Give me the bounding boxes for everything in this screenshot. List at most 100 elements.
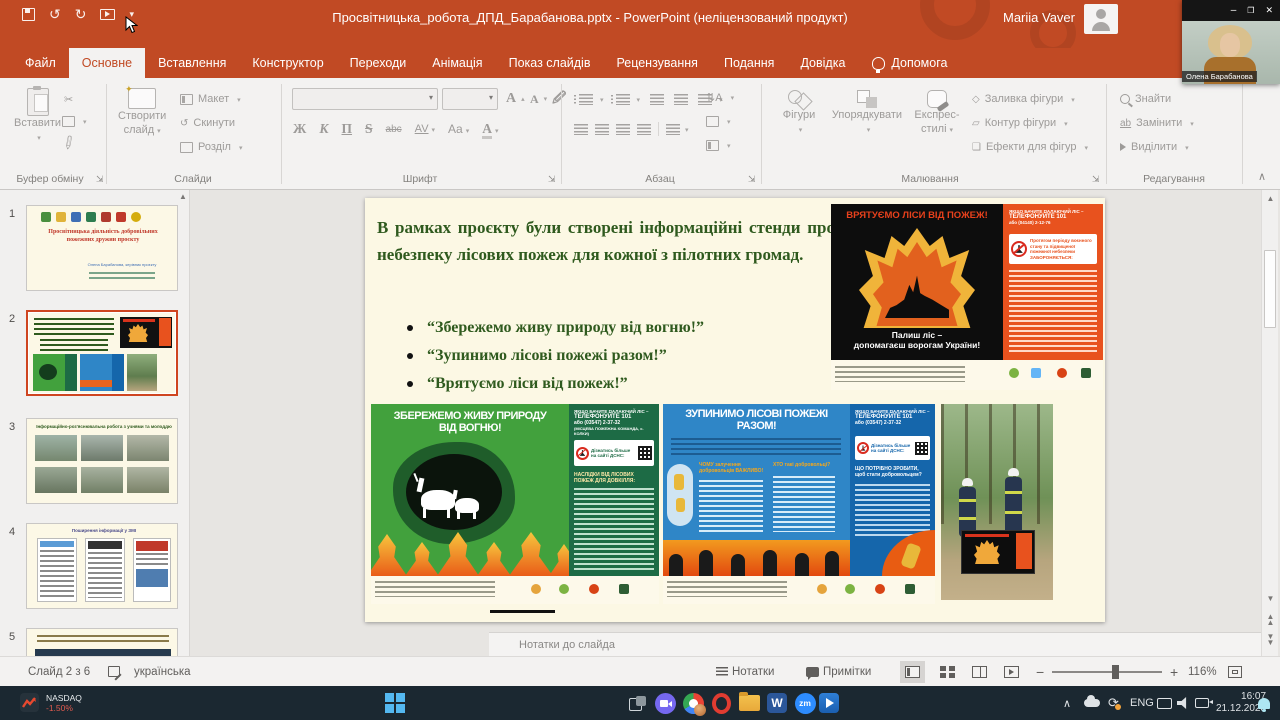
- chrome-app-icon[interactable]: [681, 691, 705, 715]
- font-name-select[interactable]: [292, 88, 438, 110]
- dialog-launcher-icon[interactable]: ⇲: [748, 174, 756, 185]
- thumbnail-slide-3[interactable]: Інформаційно-роз'яснювальна робота з учн…: [26, 418, 178, 504]
- scrollbar-thumb[interactable]: [1264, 250, 1276, 328]
- notes-toggle[interactable]: Нотатки: [716, 657, 774, 687]
- account-avatar[interactable]: [1084, 4, 1118, 34]
- restore-icon[interactable]: ❐: [1247, 6, 1254, 15]
- tab-transitions[interactable]: Переходи: [337, 48, 420, 78]
- slide-indicator[interactable]: Слайд 2 з 6: [28, 657, 90, 687]
- replace-button[interactable]: abЗамінити: [1120, 114, 1194, 132]
- opera-app-icon[interactable]: [709, 691, 733, 715]
- increase-indent-icon[interactable]: [674, 94, 688, 105]
- zoom-app-icon[interactable]: zm: [793, 691, 817, 715]
- cut-button[interactable]: ✂: [64, 90, 73, 108]
- poster-fire[interactable]: ВРЯТУЄМО ЛІСИ ВІД ПОЖЕЖ! Палиш ліс – доп…: [831, 204, 1103, 390]
- vertical-scrollbar[interactable]: ▲ ▼ ▲▲ ▼▼: [1261, 190, 1278, 656]
- arrange-button[interactable]: Упорядкувати: [828, 90, 906, 138]
- bold-button[interactable]: Ж: [293, 121, 306, 137]
- camera-tray-icon[interactable]: [1195, 686, 1209, 720]
- firefighters-photo[interactable]: [941, 404, 1053, 600]
- align-left-icon[interactable]: [574, 124, 588, 135]
- strikethrough-button[interactable]: S: [365, 121, 373, 137]
- notes-pane[interactable]: Нотатки до слайда: [489, 632, 1261, 656]
- numbering-icon[interactable]: [616, 94, 630, 105]
- reading-view-button[interactable]: [972, 657, 987, 687]
- layout-button[interactable]: Макет: [180, 90, 241, 108]
- format-painter-button[interactable]: 🖉: [64, 134, 76, 152]
- align-center-icon[interactable]: [595, 124, 609, 135]
- zoom-level[interactable]: 116%: [1188, 657, 1217, 687]
- slide-bullet-list[interactable]: “Збережемо живу природу від вогню!” “Зуп…: [407, 314, 704, 398]
- onedrive-tray-icon[interactable]: [1084, 686, 1100, 720]
- current-slide[interactable]: В рамках проєкту були створені інформаці…: [365, 198, 1105, 622]
- tab-help[interactable]: Допомога: [889, 48, 960, 78]
- dialog-launcher-icon[interactable]: ⇲: [548, 174, 556, 185]
- underline-button[interactable]: П: [342, 121, 353, 137]
- thumbnail-slide-5[interactable]: [26, 628, 178, 656]
- shapes-button[interactable]: Фігури: [773, 90, 825, 138]
- font-size-select[interactable]: [442, 88, 498, 110]
- quick-styles-button[interactable]: Експрес- стилі: [908, 90, 966, 138]
- sync-tray-icon[interactable]: ⟳: [1108, 686, 1119, 720]
- grow-font-button[interactable]: A▴: [506, 90, 525, 108]
- shape-effects-button[interactable]: ❑Ефекти для фігур: [972, 138, 1088, 156]
- select-button[interactable]: Виділити: [1120, 138, 1189, 156]
- proofing-status[interactable]: [108, 657, 120, 687]
- tab-design[interactable]: Конструктор: [239, 48, 336, 78]
- find-button[interactable]: Знайти: [1120, 90, 1171, 108]
- file-explorer-icon[interactable]: [737, 691, 761, 715]
- new-slide-button[interactable]: Створити слайд: [118, 88, 166, 139]
- align-text-button[interactable]: [706, 112, 731, 130]
- tab-file[interactable]: Файл: [12, 48, 69, 78]
- shrink-font-button[interactable]: A▾: [530, 90, 547, 108]
- paste-button[interactable]: Вставити: [14, 88, 61, 146]
- thumb-scroll-up-icon[interactable]: ▲: [179, 192, 187, 201]
- tray-expand-button[interactable]: ∧: [1063, 686, 1071, 720]
- tab-slideshow[interactable]: Показ слайдів: [496, 48, 604, 78]
- video-player-app-icon[interactable]: [817, 691, 841, 715]
- language-indicator[interactable]: ENG: [1130, 686, 1154, 720]
- scroll-up-icon[interactable]: ▲: [1264, 194, 1277, 203]
- section-button[interactable]: Розділ: [180, 138, 242, 156]
- thumbnail-slide-2[interactable]: [26, 310, 178, 396]
- char-spacing-button[interactable]: AV: [415, 123, 435, 135]
- poster-blue[interactable]: ЗУПИНИМО ЛІСОВІ ПОЖЕЖІ РАЗОМ! ЧОМУ залуч…: [663, 404, 935, 604]
- clear-formatting-button[interactable]: 🖉: [552, 90, 566, 108]
- change-case-button[interactable]: Aa: [448, 122, 469, 136]
- fit-to-window-button[interactable]: [1228, 657, 1242, 687]
- notifications-button[interactable]: [1258, 686, 1270, 720]
- align-right-icon[interactable]: [616, 124, 630, 135]
- tab-animations[interactable]: Анімація: [419, 48, 495, 78]
- normal-view-button[interactable]: [905, 657, 920, 687]
- shape-fill-button[interactable]: ◇Заливка фігури: [972, 90, 1075, 108]
- close-icon[interactable]: ✕: [1265, 5, 1273, 16]
- word-app-icon[interactable]: W: [765, 691, 789, 715]
- next-slide-button[interactable]: ▼▼: [1264, 634, 1277, 646]
- nasdaq-widget[interactable]: NASDAQ -1.50%: [20, 693, 82, 713]
- tab-reference[interactable]: Довідка: [787, 48, 858, 78]
- subscript-button[interactable]: abc: [386, 124, 402, 135]
- scroll-down-icon[interactable]: ▼: [1264, 594, 1277, 603]
- text-direction-button[interactable]: ⇅A: [706, 88, 734, 106]
- dialog-launcher-icon[interactable]: ⇲: [1092, 174, 1100, 185]
- smartart-button[interactable]: [706, 136, 731, 154]
- start-button[interactable]: [383, 691, 407, 715]
- zoom-out-button[interactable]: −: [1036, 657, 1044, 687]
- previous-slide-button[interactable]: ▲▲: [1264, 614, 1277, 626]
- font-color-button[interactable]: A: [482, 121, 498, 137]
- bullets-icon[interactable]: [579, 94, 593, 105]
- minimize-icon[interactable]: –: [1231, 5, 1237, 16]
- dialog-launcher-icon[interactable]: ⇲: [96, 174, 104, 185]
- zoom-in-button[interactable]: +: [1170, 657, 1178, 687]
- tab-review[interactable]: Рецензування: [603, 48, 710, 78]
- justify-icon[interactable]: [637, 124, 651, 135]
- poster-green[interactable]: ЗБЕРЕЖЕМО ЖИВУ ПРИРОДУ ВІД ВОГНЮ!: [371, 404, 659, 604]
- decrease-indent-icon[interactable]: [650, 94, 664, 105]
- slide-sorter-view-button[interactable]: [940, 657, 955, 687]
- collapse-ribbon-icon[interactable]: ∧: [1258, 170, 1266, 183]
- copy-button[interactable]: [62, 112, 87, 130]
- task-view-button[interactable]: [625, 691, 649, 715]
- meet-app-icon[interactable]: [653, 691, 677, 715]
- tab-insert[interactable]: Вставлення: [145, 48, 239, 78]
- slideshow-view-button[interactable]: [1004, 657, 1019, 687]
